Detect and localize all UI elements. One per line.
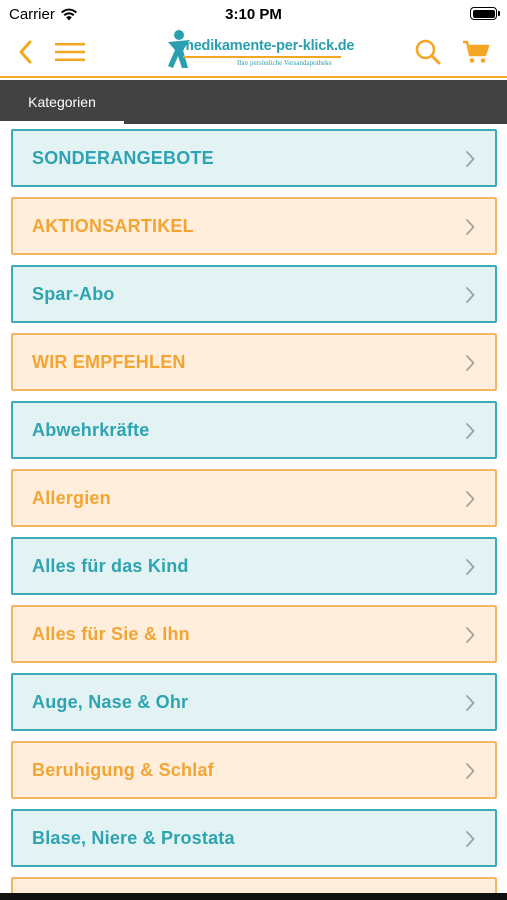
category-list[interactable]: SONDERANGEBOTE AKTIONSARTIKEL Spar-Abo W… xyxy=(0,124,507,900)
back-button[interactable] xyxy=(8,34,44,70)
tab-bar: Kategorien xyxy=(0,80,507,124)
category-item-auge-nase-ohr[interactable]: Auge, Nase & Ohr xyxy=(11,673,497,731)
category-label: Auge, Nase & Ohr xyxy=(32,691,189,712)
chevron-right-icon xyxy=(466,287,475,303)
chevron-right-icon xyxy=(466,491,475,507)
cart-button[interactable] xyxy=(458,34,494,70)
category-item-allergien[interactable]: Allergien xyxy=(11,469,497,527)
category-item-beruhigung-schlaf[interactable]: Beruhigung & Schlaf xyxy=(11,741,497,799)
chevron-right-icon xyxy=(466,423,475,439)
category-label: AKTIONSARTIKEL xyxy=(32,215,194,236)
category-item-blase-niere-prostata[interactable]: Blase, Niere & Prostata xyxy=(11,809,497,867)
hamburger-menu-icon xyxy=(55,43,85,61)
category-label: Blase, Niere & Prostata xyxy=(32,827,235,848)
category-item-aktionsartikel[interactable]: AKTIONSARTIKEL xyxy=(11,197,497,255)
category-label: Alles für Sie & Ihn xyxy=(32,623,190,644)
menu-button[interactable] xyxy=(52,34,88,70)
logo-underline xyxy=(183,56,341,58)
status-time: 3:10 PM xyxy=(225,6,282,23)
search-button[interactable] xyxy=(410,34,446,70)
bottom-edge-bar xyxy=(0,893,507,900)
battery-icon xyxy=(470,7,500,20)
logo-tagline: Ihre persönliche Versandapotheke xyxy=(237,59,332,67)
category-label: Spar-Abo xyxy=(32,283,115,304)
chevron-right-icon xyxy=(466,559,475,575)
navigation-bar: medikamente-per-klick.de Ihre persönlich… xyxy=(0,28,507,78)
category-item-alles-fuer-das-kind[interactable]: Alles für das Kind xyxy=(11,537,497,595)
category-label: Abwehrkräfte xyxy=(32,419,150,440)
status-bar: Carrier 3:10 PM xyxy=(0,0,507,28)
search-icon xyxy=(415,39,441,65)
category-label: Beruhigung & Schlaf xyxy=(32,759,214,780)
chevron-right-icon xyxy=(466,695,475,711)
category-label: WIR EMPFEHLEN xyxy=(32,351,186,372)
tab-label: Kategorien xyxy=(28,94,96,110)
category-label: Alles für das Kind xyxy=(32,555,189,576)
category-item-sonderangebote[interactable]: SONDERANGEBOTE xyxy=(11,129,497,187)
chevron-right-icon xyxy=(466,355,475,371)
category-item-wir-empfehlen[interactable]: WIR EMPFEHLEN xyxy=(11,333,497,391)
brand-logo[interactable]: medikamente-per-klick.de Ihre persönlich… xyxy=(165,28,355,74)
logo-text: medikamente-per-klick.de xyxy=(181,38,355,54)
chevron-right-icon xyxy=(466,831,475,847)
shopping-cart-icon xyxy=(463,40,490,63)
chevron-right-icon xyxy=(466,763,475,779)
chevron-right-icon xyxy=(466,151,475,167)
chevron-left-icon xyxy=(19,40,32,64)
category-item-spar-abo[interactable]: Spar-Abo xyxy=(11,265,497,323)
chevron-right-icon xyxy=(466,219,475,235)
category-item-abwehrkraefte[interactable]: Abwehrkräfte xyxy=(11,401,497,459)
chevron-right-icon xyxy=(466,627,475,643)
tab-kategorien[interactable]: Kategorien xyxy=(0,80,124,124)
category-label: Allergien xyxy=(32,487,111,508)
category-item-alles-fuer-sie-und-ihn[interactable]: Alles für Sie & Ihn xyxy=(11,605,497,663)
category-label: SONDERANGEBOTE xyxy=(32,147,214,168)
